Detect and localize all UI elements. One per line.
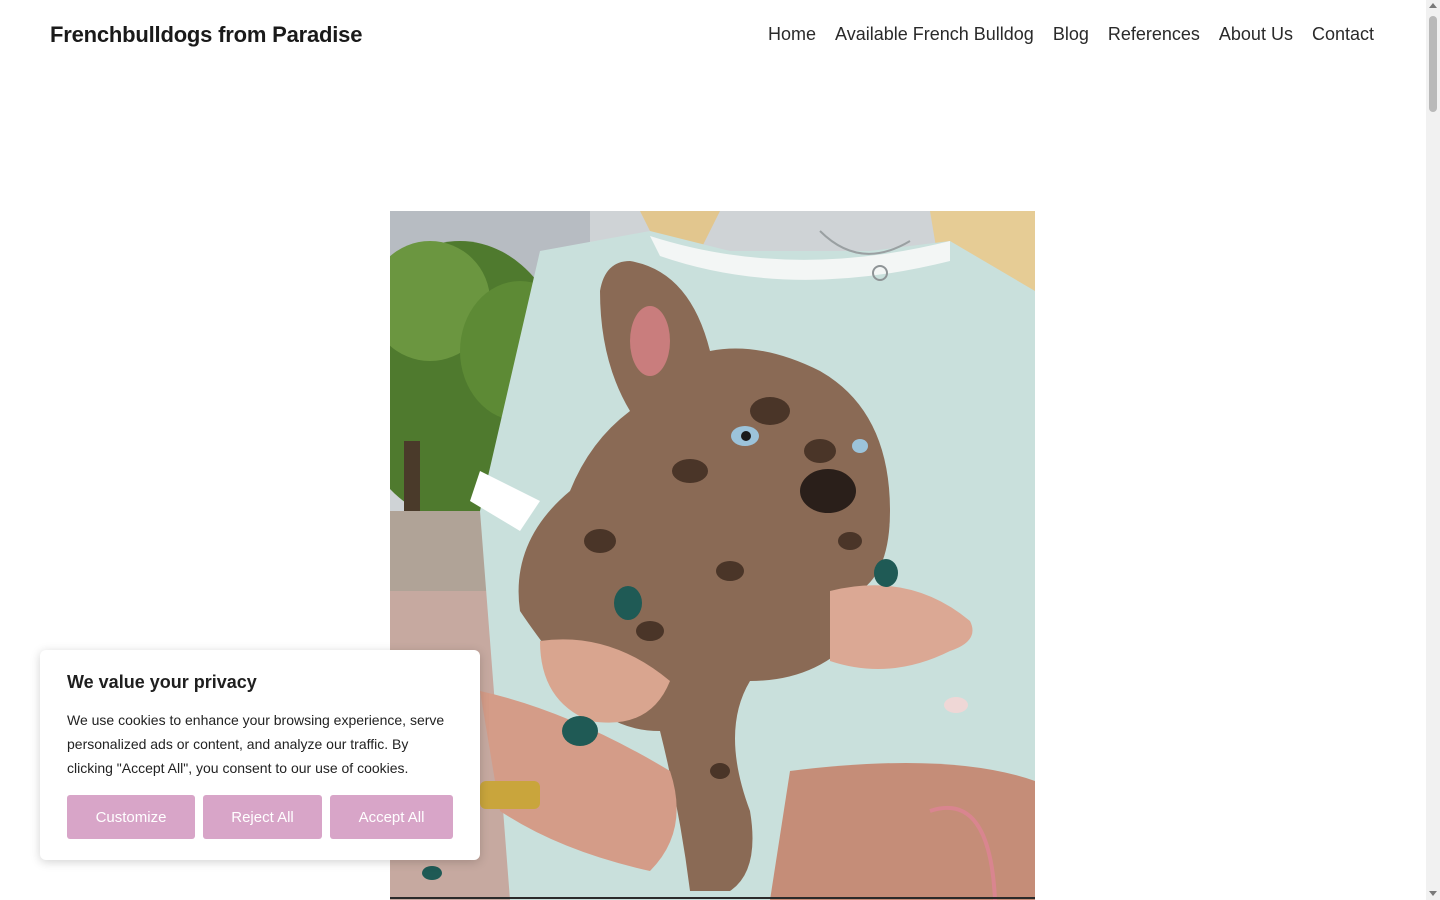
customize-button[interactable]: Customize — [67, 795, 195, 839]
hero-bottom-rule — [390, 897, 1035, 899]
nav-home[interactable]: Home — [768, 24, 816, 45]
page-scrollbar[interactable] — [1426, 0, 1440, 900]
cookie-banner-actions: Customize Reject All Accept All — [67, 795, 453, 839]
nav-about-us[interactable]: About Us — [1219, 24, 1293, 45]
site-header: Frenchbulldogs from Paradise Home Availa… — [0, 0, 1426, 72]
scroll-up-arrow-icon[interactable] — [1429, 3, 1437, 8]
hero-image — [390, 211, 1035, 900]
scroll-down-arrow-icon[interactable] — [1429, 891, 1437, 896]
cookie-banner-title: We value your privacy — [67, 672, 257, 692]
site-title[interactable]: Frenchbulldogs from Paradise — [50, 22, 362, 48]
cookie-consent-banner: We value your privacy We use cookies to … — [40, 650, 480, 860]
nav-available-french-bulldog[interactable]: Available French Bulldog — [835, 24, 1034, 45]
nav-references[interactable]: References — [1108, 24, 1200, 45]
main-nav: Home Available French Bulldog Blog Refer… — [768, 24, 1374, 45]
accept-all-button[interactable]: Accept All — [330, 795, 453, 839]
cookie-banner-message: We use cookies to enhance your browsing … — [67, 712, 445, 776]
scrollbar-thumb[interactable] — [1429, 16, 1437, 112]
nav-blog[interactable]: Blog — [1053, 24, 1089, 45]
reject-all-button[interactable]: Reject All — [203, 795, 322, 839]
puppy-photo — [390, 211, 1035, 900]
nav-contact[interactable]: Contact — [1312, 24, 1374, 45]
